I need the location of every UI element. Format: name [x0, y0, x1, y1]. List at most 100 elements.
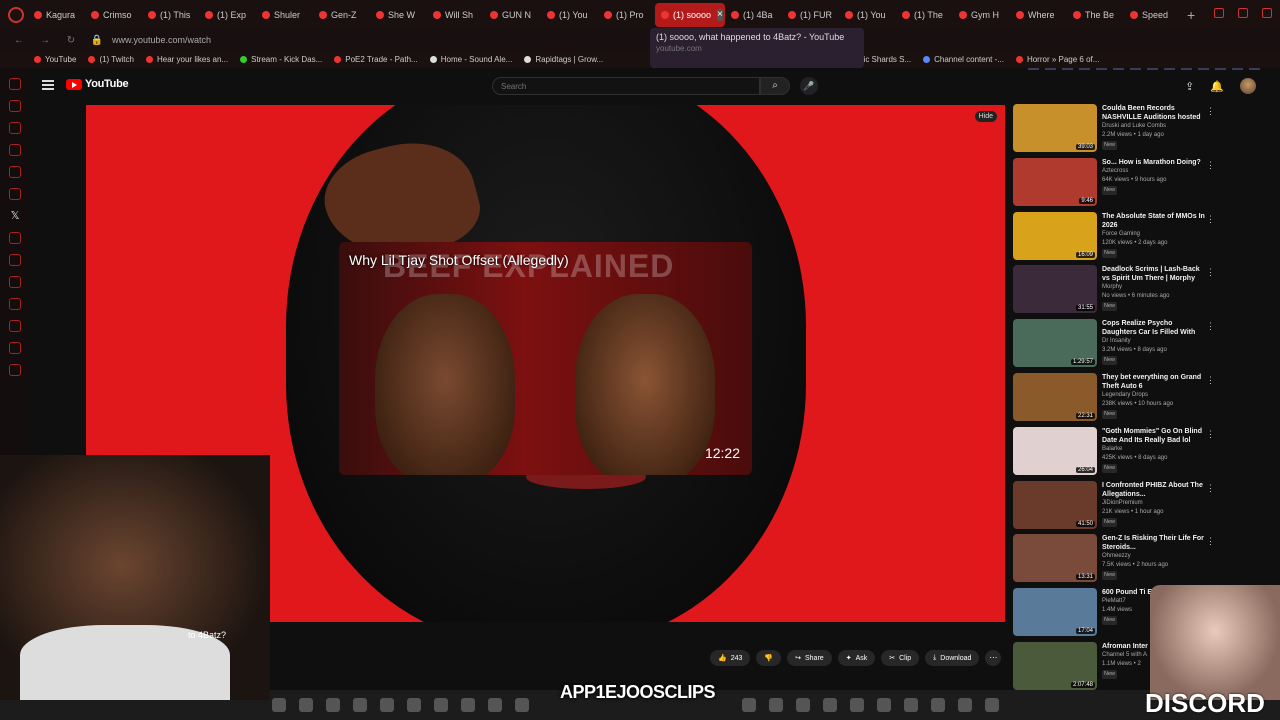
browser-tab[interactable]: (1) This [142, 3, 199, 27]
recommended-video[interactable]: 13:31 Gen-Z Is Risking Their Life For Ste… [1013, 534, 1223, 588]
video-channel[interactable]: Dr Insanity [1102, 337, 1206, 346]
back-icon[interactable]: ← [12, 35, 26, 46]
video-thumbnail[interactable]: 31:55 [1013, 265, 1097, 314]
taskbar-app-icon[interactable] [931, 698, 945, 712]
browser-tab[interactable]: Gen-Z [313, 3, 370, 27]
video-title[interactable]: Deadlock Scrims | Lash-Back vs Spirit Um… [1102, 265, 1206, 283]
reload-icon[interactable]: ↻ [64, 35, 78, 46]
taskbar-app-icon[interactable] [515, 698, 529, 712]
browser-tab[interactable]: Kagura [28, 3, 85, 27]
taskbar-app-icon[interactable] [272, 698, 286, 712]
sidebar-app-icon[interactable] [9, 232, 21, 244]
more-options-icon[interactable]: ⋮ [1206, 106, 1215, 117]
browser-tab[interactable]: Shuler [256, 3, 313, 27]
video-title[interactable]: Coulda Been Records NASHVILLE Auditions … [1102, 104, 1206, 122]
more-options-icon[interactable]: ⋮ [1206, 429, 1215, 440]
notifications-bell-icon[interactable]: 🔔 [1210, 80, 1224, 93]
browser-tab[interactable]: GUN N [484, 3, 541, 27]
browser-tab[interactable]: Crimso [85, 3, 142, 27]
video-channel[interactable]: JiDionPremium [1102, 499, 1206, 508]
sidebar-app-icon[interactable] [9, 254, 21, 266]
recommended-video[interactable]: 16:09 The Absolute State of MMOs In 2026 F… [1013, 211, 1223, 266]
browser-tab[interactable]: Speed [1124, 3, 1181, 27]
clip-button[interactable]: ✂ Clip [881, 650, 920, 666]
recommended-video[interactable]: 41:50 I Confronted PHIBZ About The Allega… [1013, 480, 1223, 535]
video-title[interactable]: The Absolute State of MMOs In 2026 [1102, 212, 1206, 230]
video-thumbnail[interactable]: 39:03 [1013, 104, 1097, 152]
taskbar-app-icon[interactable] [958, 698, 972, 712]
dislike-button[interactable]: 👎 [756, 650, 782, 666]
taskbar-app-icon[interactable] [353, 698, 367, 712]
more-options-icon[interactable]: ⋮ [1206, 267, 1215, 278]
video-thumbnail[interactable]: 2:07:48 [1013, 641, 1097, 690]
video-channel[interactable]: Force Gaming [1102, 230, 1206, 239]
bookmark-item[interactable]: PoE2 Trade - Path... [334, 55, 418, 64]
video-thumbnail[interactable]: 41:50 [1013, 480, 1097, 529]
hide-button[interactable]: Hide [974, 111, 997, 122]
more-options-icon[interactable]: ⋮ [1206, 214, 1215, 225]
browser-tab[interactable]: (1) The [896, 3, 953, 27]
video-channel[interactable]: Aztecross [1102, 167, 1206, 176]
more-options-icon[interactable]: ⋮ [1206, 536, 1215, 547]
bookmark-item[interactable]: Channel content -... [923, 55, 1004, 64]
video-thumbnail[interactable]: 16:09 [1013, 211, 1097, 260]
recommended-video[interactable]: 1:29:57 Cops Realize Psycho Daughters Car… [1013, 319, 1223, 373]
taskbar-app-icon[interactable] [461, 698, 475, 712]
browser-tab[interactable]: Where [1010, 3, 1067, 27]
video-title[interactable]: "Goth Mommies" Go On Blind Date And Its … [1102, 427, 1206, 445]
browser-tab[interactable]: (1) soooo × [655, 3, 725, 27]
browser-logo-icon[interactable] [8, 7, 24, 23]
video-channel[interactable]: Legendary Drops [1102, 391, 1206, 400]
taskbar-app-icon[interactable] [434, 698, 448, 712]
bookmark-item[interactable]: Hear your likes an... [145, 55, 228, 64]
hamburger-menu-icon[interactable] [42, 80, 54, 90]
browser-tab[interactable]: Gym H [953, 3, 1010, 27]
recommended-video[interactable]: 9:46 So... How is Marathon Doing? Aztecros… [1013, 157, 1223, 212]
lock-icon[interactable]: 🔒 [90, 35, 104, 46]
browser-tab[interactable]: The Be [1067, 3, 1124, 27]
share-button[interactable]: ↪ Share [787, 650, 832, 666]
video-thumbnail[interactable]: 26:04 [1013, 426, 1097, 475]
video-title[interactable]: So... How is Marathon Doing? [1102, 158, 1206, 167]
download-button[interactable]: ⤓ Download [925, 650, 980, 666]
more-options-icon[interactable]: ⋮ [1206, 160, 1215, 171]
browser-tab[interactable]: (1) Exp [199, 3, 256, 27]
taskbar-app-icon[interactable] [380, 698, 394, 712]
taskbar-app-icon[interactable] [877, 698, 891, 712]
taskbar-app-icon[interactable] [488, 698, 502, 712]
close-window-icon[interactable] [1262, 8, 1272, 18]
maximize-icon[interactable] [1238, 8, 1248, 18]
sidebar-app-icon[interactable] [9, 122, 21, 134]
tab-close-icon[interactable]: × [717, 9, 723, 21]
taskbar-app-icon[interactable] [796, 698, 810, 712]
new-tab-icon[interactable]: + [1181, 7, 1201, 23]
taskbar-app-icon[interactable] [299, 698, 313, 712]
x-twitter-icon[interactable]: 𝕏 [9, 210, 21, 222]
sidebar-app-icon[interactable] [9, 144, 21, 156]
browser-tab[interactable]: (1) FUR [782, 3, 839, 27]
recommended-video[interactable]: 26:04 "Goth Mommies" Go On Blind Date And… [1013, 426, 1223, 481]
taskbar-app-icon[interactable] [326, 698, 340, 712]
browser-tab[interactable]: (1) Pro [598, 3, 655, 27]
browser-tab[interactable]: Will Sh [427, 3, 484, 27]
recommended-video[interactable]: 22:31 They bet everything on Grand Theft … [1013, 372, 1223, 427]
recommended-video[interactable]: 31:55 Deadlock Scrims | Lash-Back vs Spir… [1013, 265, 1223, 319]
search-input[interactable]: Search [492, 77, 760, 95]
video-thumbnail[interactable]: 13:31 [1013, 534, 1097, 583]
more-options-icon[interactable]: ⋮ [1206, 375, 1215, 386]
video-thumbnail[interactable]: 17:04 [1013, 588, 1097, 637]
sidebar-app-icon[interactable] [9, 276, 21, 288]
bookmark-item[interactable]: (1) Twitch [88, 55, 134, 64]
more-options-icon[interactable]: ⋮ [1206, 483, 1215, 494]
taskbar-app-icon[interactable] [407, 698, 421, 712]
browser-tab[interactable]: She W [370, 3, 427, 27]
youtube-logo[interactable]: YouTube [66, 78, 129, 90]
forward-icon[interactable]: → [38, 35, 52, 46]
sidebar-app-icon[interactable] [9, 320, 21, 332]
upload-icon[interactable]: ⇪ [1185, 80, 1194, 93]
bookmark-item[interactable]: Stream - Kick Das... [240, 55, 322, 64]
bookmark-item[interactable]: Rapidtags | Grow... [524, 55, 603, 64]
avatar[interactable] [1240, 78, 1256, 94]
browser-tab[interactable]: (1) You [839, 3, 896, 27]
ask-button[interactable]: ✦ Ask [837, 650, 876, 666]
